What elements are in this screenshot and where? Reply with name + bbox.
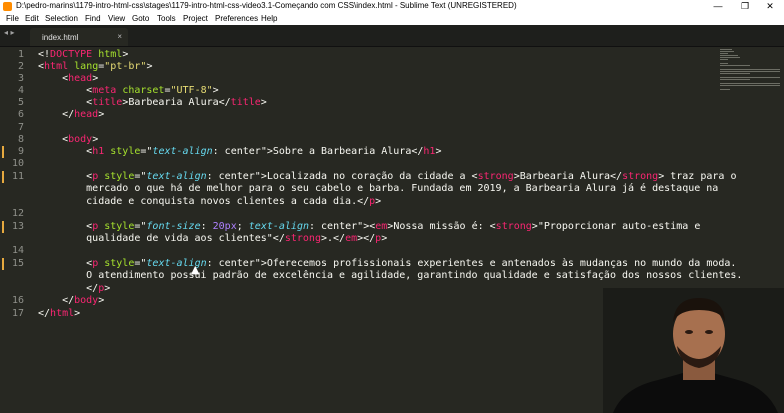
text-cursor-icon: ▲ bbox=[191, 263, 200, 276]
tab-label: index.html bbox=[42, 33, 79, 42]
line-number: 1 bbox=[17, 49, 24, 60]
code-line: </html> bbox=[38, 308, 81, 319]
code-line: <title>Barbearia Alura</title> bbox=[38, 97, 267, 108]
menu-tools[interactable]: Tools bbox=[157, 14, 176, 23]
code-line: </body> bbox=[38, 295, 105, 306]
minimap-line bbox=[720, 71, 780, 72]
menu-file[interactable]: File bbox=[6, 14, 19, 23]
minimap-line bbox=[720, 55, 738, 56]
line-number: 2 bbox=[17, 61, 24, 72]
menu-project[interactable]: Project bbox=[183, 14, 208, 23]
minimap-line bbox=[720, 57, 740, 58]
minimap-line bbox=[720, 53, 728, 54]
line-number: 4 bbox=[17, 85, 24, 96]
menu-edit[interactable]: Edit bbox=[25, 14, 39, 23]
code-line: <p style="text-align: center">Localizada… bbox=[38, 171, 737, 182]
menu-find[interactable]: Find bbox=[85, 14, 101, 23]
minimap-line bbox=[720, 85, 780, 86]
code-line: <p style="font-size: 20px; text-align: c… bbox=[38, 221, 701, 232]
code-line: </head> bbox=[38, 109, 105, 120]
minimap-line bbox=[720, 77, 780, 78]
code-line: <p style="text-align: center">Oferecemos… bbox=[38, 258, 737, 269]
line-number: 10 bbox=[11, 158, 24, 169]
tab-index-html[interactable]: index.html × bbox=[30, 28, 128, 46]
menu-help[interactable]: Help bbox=[261, 14, 277, 23]
code-line-wrap: cidade e conquista novos clientes a cada… bbox=[38, 196, 382, 207]
code-line: <h1 style="text-align: center">Sobre a B… bbox=[38, 146, 442, 157]
minimap-line bbox=[720, 89, 730, 90]
line-number: 16 bbox=[11, 295, 24, 306]
menu-view[interactable]: View bbox=[108, 14, 125, 23]
window-title: D:\pedro-marins\1179-intro-html-css\stag… bbox=[16, 1, 517, 10]
tab-nav-arrows-icon[interactable]: ◂ ▸ bbox=[4, 28, 15, 37]
minimap-line bbox=[720, 69, 780, 70]
line-number: 14 bbox=[11, 245, 24, 256]
minimap-line bbox=[720, 59, 728, 60]
sublime-app-icon bbox=[3, 2, 12, 11]
modified-line-marker bbox=[2, 221, 4, 233]
webcam-overlay bbox=[603, 288, 784, 413]
modified-line-marker bbox=[2, 258, 4, 270]
line-number: 3 bbox=[17, 73, 24, 84]
minimap-line bbox=[720, 73, 750, 74]
menu-preferences[interactable]: Preferences bbox=[215, 14, 258, 23]
line-number: 7 bbox=[17, 122, 24, 133]
menu-goto[interactable]: Goto bbox=[132, 14, 149, 23]
tab-close-icon[interactable]: × bbox=[117, 32, 122, 41]
close-button[interactable]: ✕ bbox=[758, 0, 782, 13]
minimap-line bbox=[720, 51, 734, 52]
code-line-wrap: mercado o que há de melhor para o seu ca… bbox=[38, 183, 719, 194]
menu-bar: File Edit Selection Find View Goto Tools… bbox=[0, 13, 784, 25]
code-line: <body> bbox=[38, 134, 99, 145]
minimap-line bbox=[720, 49, 732, 50]
minimap[interactable] bbox=[718, 47, 784, 92]
code-line: <html lang="pt-br"> bbox=[38, 61, 153, 72]
code-line-wrap: O atendimento possui padrão de excelênci… bbox=[38, 270, 743, 281]
code-line-wrap: qualidade de vida aos clientes"</strong>… bbox=[38, 233, 388, 244]
minimap-line bbox=[720, 79, 750, 80]
menu-selection[interactable]: Selection bbox=[45, 14, 78, 23]
minimap-line bbox=[720, 83, 780, 84]
line-gutter: 1 2 3 4 5 6 7 8 9 10 11 12 13 14 15 16 1… bbox=[0, 47, 30, 413]
presenter-image bbox=[603, 288, 784, 413]
modified-line-marker bbox=[2, 171, 4, 183]
line-number: 12 bbox=[11, 208, 24, 219]
window-titlebar: D:\pedro-marins\1179-intro-html-css\stag… bbox=[0, 0, 784, 13]
line-number: 17 bbox=[11, 308, 24, 319]
line-number: 6 bbox=[17, 109, 24, 120]
code-line: <!DOCTYPE html> bbox=[38, 49, 129, 60]
minimap-line bbox=[720, 65, 750, 66]
maximize-button[interactable]: ❐ bbox=[733, 0, 757, 13]
code-line-wrap: </p> bbox=[38, 283, 111, 294]
minimap-line bbox=[720, 63, 728, 64]
line-number: 8 bbox=[17, 134, 24, 145]
minimize-button[interactable]: — bbox=[706, 0, 730, 13]
code-line: <head> bbox=[38, 73, 99, 84]
line-number: 5 bbox=[17, 97, 24, 108]
tab-bar: ◂ ▸ index.html × bbox=[0, 25, 784, 47]
modified-line-marker bbox=[2, 146, 4, 158]
code-line: <meta charset="UTF-8"> bbox=[38, 85, 219, 96]
